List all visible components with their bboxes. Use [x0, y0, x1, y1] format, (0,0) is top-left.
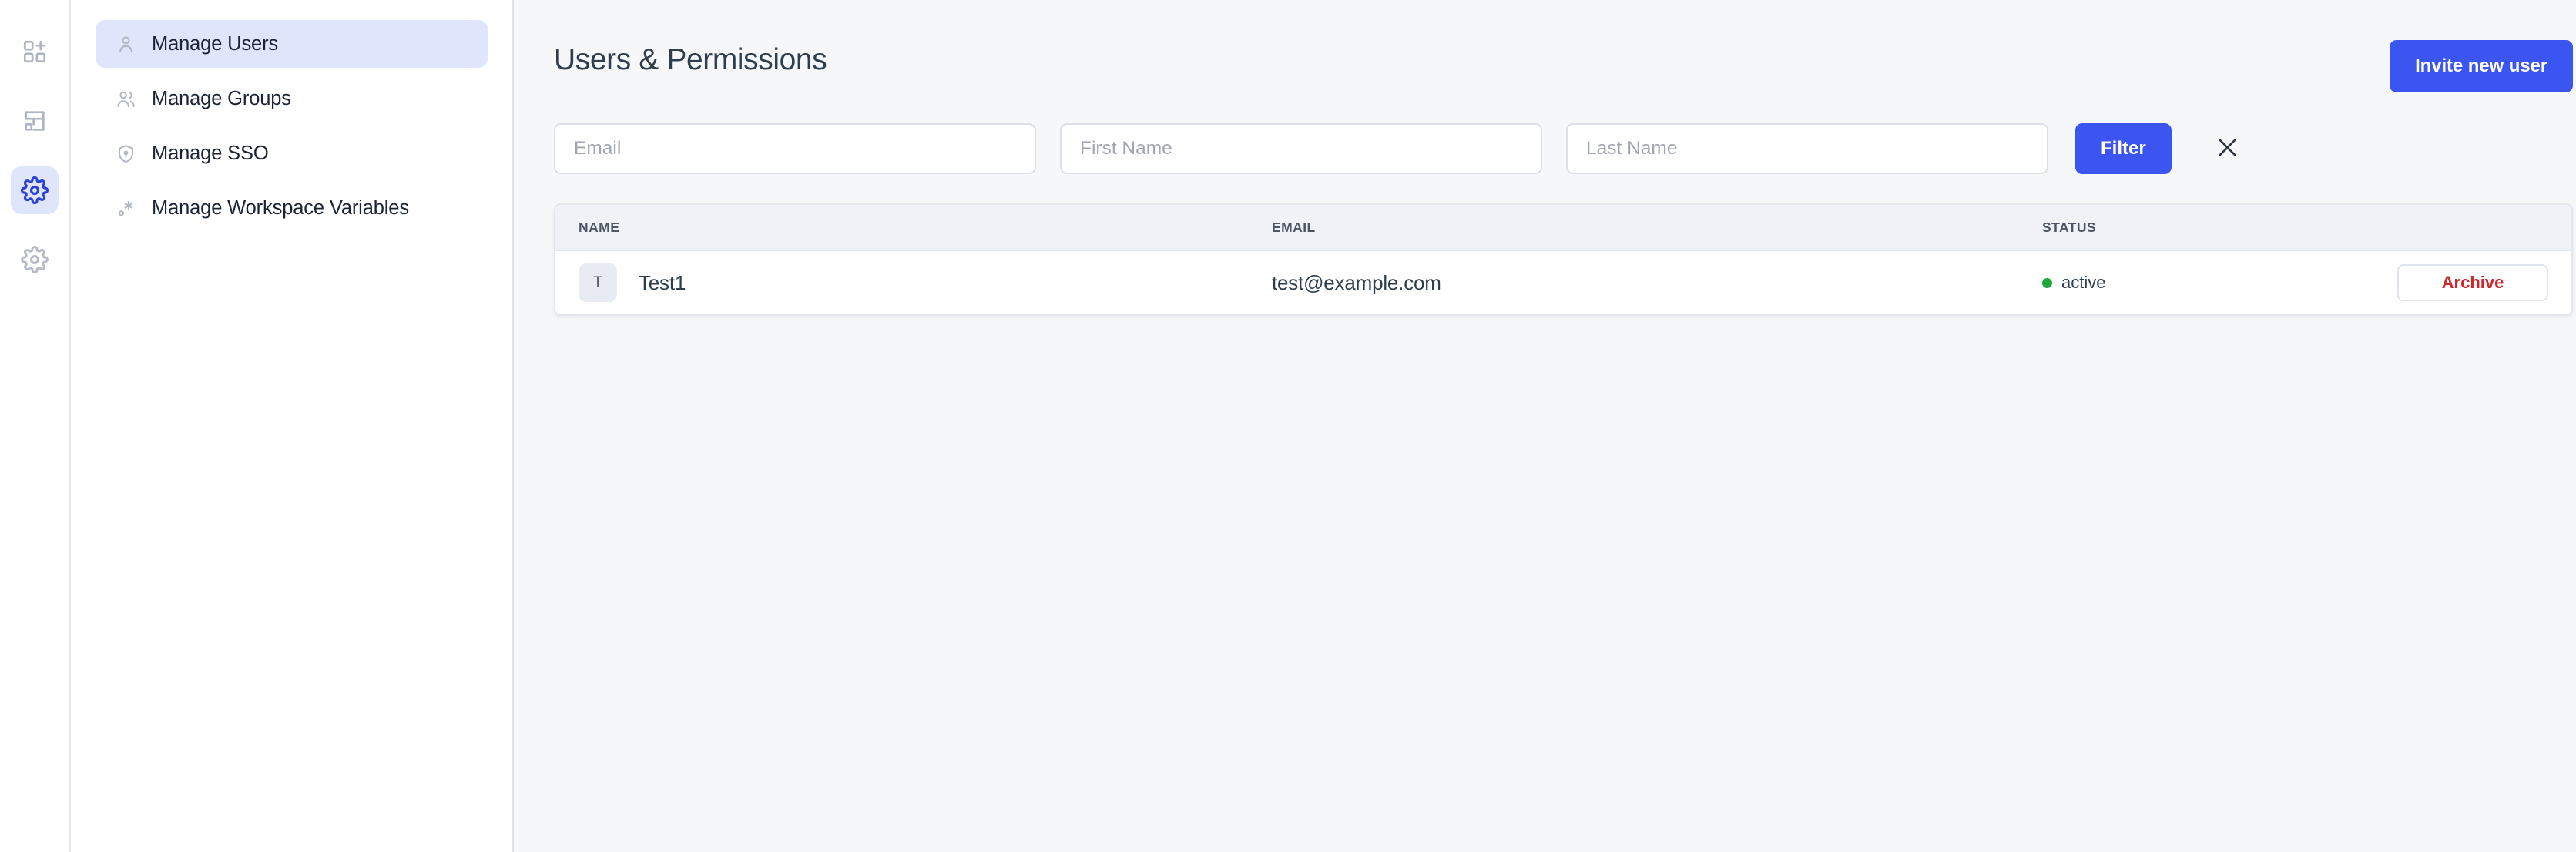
gear-icon — [21, 176, 49, 204]
table-header-row: NAME EMAIL STATUS — [555, 205, 2571, 251]
sidebar-item-manage-workspace-variables[interactable]: Manage Workspace Variables — [96, 184, 488, 232]
column-header-status: STATUS — [2042, 219, 2097, 235]
table-row[interactable]: T Test1 test@example.com active Archive — [555, 251, 2571, 314]
sidebar-item-manage-users[interactable]: Manage Users — [96, 20, 488, 68]
gear-icon — [21, 246, 49, 273]
status-badge: active — [2061, 273, 2106, 292]
last-name-filter-input[interactable] — [1566, 123, 2048, 174]
archive-button[interactable]: Archive — [2397, 264, 2548, 301]
user-actions-cell: Archive — [2397, 264, 2548, 301]
sidebar-item-label: Manage Users — [152, 32, 279, 55]
filter-button[interactable]: Filter — [2075, 123, 2172, 174]
column-header-email: EMAIL — [1272, 219, 1316, 235]
user-name-cell: T Test1 — [579, 263, 1272, 302]
sidebar-item-manage-sso[interactable]: Manage SSO — [96, 129, 488, 177]
users-table: NAME EMAIL STATUS T Test1 test@example.c… — [554, 203, 2573, 316]
account-settings-button[interactable] — [11, 236, 59, 283]
user-email-cell: test@example.com — [1272, 271, 2042, 295]
create-app-button[interactable] — [11, 28, 59, 75]
page-title: Users & Permissions — [554, 43, 827, 76]
invite-new-user-button[interactable]: Invite new user — [2390, 40, 2573, 92]
page-header: Users & Permissions Invite new user — [554, 40, 2573, 92]
close-icon — [2215, 135, 2240, 163]
clear-filters-button[interactable] — [2208, 129, 2248, 169]
main-content: Users & Permissions Invite new user Filt… — [514, 0, 2576, 852]
workspace-settings-button[interactable] — [11, 166, 59, 214]
email-filter-input[interactable] — [554, 123, 1036, 174]
grid-plus-icon — [22, 39, 48, 65]
sidebar-item-label: Manage Workspace Variables — [152, 196, 409, 219]
workspace-layout-button[interactable] — [11, 97, 59, 145]
filter-bar: Filter — [554, 123, 2573, 174]
icon-rail — [0, 0, 71, 852]
app-root: Manage Users Manage Groups Manage SSO Ma… — [0, 0, 2576, 852]
column-header-name: NAME — [579, 219, 620, 235]
variable-asterisk-icon — [114, 196, 137, 220]
user-status-cell: active — [2042, 273, 2397, 293]
user-email: test@example.com — [1272, 270, 1441, 294]
sidebar-item-manage-groups[interactable]: Manage Groups — [96, 75, 488, 122]
user-icon — [114, 32, 137, 55]
avatar: T — [579, 263, 617, 302]
shield-lock-icon — [114, 142, 137, 165]
first-name-filter-input[interactable] — [1060, 123, 1542, 174]
users-group-icon — [114, 87, 137, 110]
sidebar-item-label: Manage SSO — [152, 142, 269, 164]
settings-sidebar: Manage Users Manage Groups Manage SSO Ma… — [71, 0, 514, 852]
dashboard-layout-icon — [22, 108, 48, 134]
sidebar-item-label: Manage Groups — [152, 87, 291, 109]
status-dot-icon — [2042, 277, 2052, 288]
user-name: Test1 — [639, 270, 686, 294]
